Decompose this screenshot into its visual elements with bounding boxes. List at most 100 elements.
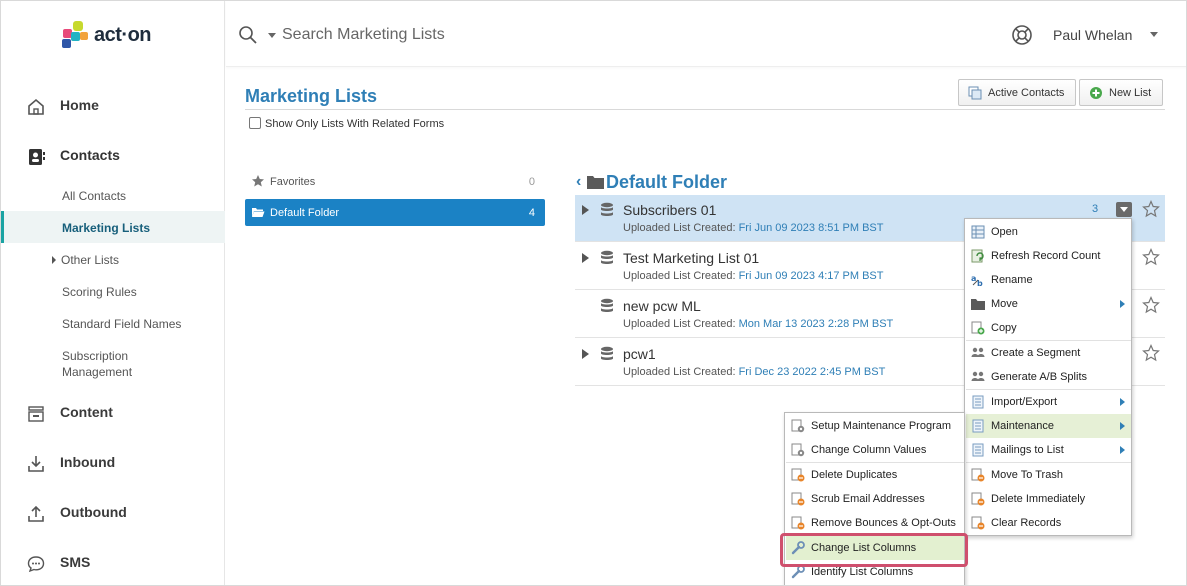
nav-contacts[interactable]: Contacts: [1, 141, 225, 171]
sidebar-item-scoring-rules[interactable]: Scoring Rules: [1, 279, 225, 305]
sidebar-item-label: Marketing Lists: [62, 221, 151, 235]
list-record-count[interactable]: 3: [1092, 203, 1098, 215]
search-input[interactable]: [282, 23, 682, 47]
menu-item-change-column-values[interactable]: Change Column Values: [786, 438, 964, 462]
submenu-arrow-icon: [1120, 398, 1125, 406]
sidebar-item-label: Standard Field Names: [62, 317, 182, 331]
favorite-star-icon[interactable]: [1142, 296, 1160, 314]
nav-content[interactable]: Content: [1, 398, 225, 428]
title-divider: [245, 109, 1165, 110]
search-scope-dropdown-icon[interactable]: [268, 33, 276, 38]
menu-item-label: Create a Segment: [991, 347, 1081, 359]
list-name[interactable]: Subscribers 01: [623, 202, 716, 218]
nav-inbound[interactable]: Inbound: [1, 448, 225, 478]
row-actions-dropdown-button[interactable]: [1116, 202, 1132, 217]
database-icon: [601, 202, 613, 216]
folder-default[interactable]: Default Folder 4: [245, 199, 545, 226]
document-list-icon: [972, 419, 984, 433]
database-icon: [601, 298, 613, 312]
favorite-star-icon[interactable]: [1142, 344, 1160, 362]
sidebar-item-other-lists[interactable]: Other Lists: [1, 247, 225, 273]
nav-inbound-label: Inbound: [60, 454, 116, 470]
database-icon: [601, 250, 613, 264]
list-name[interactable]: Test Marketing List 01: [623, 250, 759, 266]
sidebar-item-label: Subscription Management: [62, 349, 133, 379]
submenu-arrow-icon: [1120, 300, 1125, 308]
people-group-icon: [971, 347, 985, 357]
menu-item-maintenance[interactable]: Maintenance: [966, 414, 1131, 438]
act-on-logo[interactable]: act·on: [61, 17, 161, 53]
menu-item-clear-records[interactable]: Clear Records: [966, 511, 1131, 535]
help-lifebuoy-icon[interactable]: [1011, 24, 1033, 46]
menu-item-label: Change Column Values: [811, 444, 927, 456]
sidebar-item-standard-field-names[interactable]: Standard Field Names: [1, 311, 225, 337]
sidebar-item-marketing-lists[interactable]: Marketing Lists: [1, 211, 225, 243]
list-name[interactable]: pcw1: [623, 346, 656, 362]
sidebar-item-label: Other Lists: [61, 253, 120, 267]
menu-item-generate-ab-splits[interactable]: Generate A/B Splits: [966, 365, 1131, 389]
menu-item-label: Generate A/B Splits: [991, 371, 1087, 383]
sidebar-item-subscription-management[interactable]: Subscription Management: [1, 343, 225, 383]
menu-item-rename[interactable]: ab Rename: [966, 268, 1131, 292]
menu-item-scrub-email-addresses[interactable]: Scrub Email Addresses: [786, 487, 964, 511]
folder-favorites[interactable]: Favorites 0: [245, 168, 545, 195]
add-circle-icon: [1090, 87, 1102, 99]
svg-text:a: a: [971, 274, 976, 283]
outbound-icon: [28, 505, 44, 522]
sidebar-item-all-contacts[interactable]: All Contacts: [1, 183, 225, 209]
sidebar-item-label: All Contacts: [62, 189, 127, 203]
expand-row-icon[interactable]: [582, 253, 589, 263]
search-icon[interactable]: [238, 25, 258, 45]
menu-item-label: Refresh Record Count: [991, 250, 1101, 262]
menu-item-refresh-record-count[interactable]: Refresh Record Count: [966, 244, 1131, 268]
menu-item-label: Move To Trash: [991, 469, 1063, 481]
copy-icon: [971, 321, 985, 335]
expand-row-icon[interactable]: [582, 349, 589, 359]
settings-document-icon: [791, 419, 805, 433]
nav-home[interactable]: Home: [1, 91, 225, 121]
menu-item-remove-bounces-opt-outs[interactable]: Remove Bounces & Opt-Outs: [786, 511, 964, 535]
delete-document-icon: [971, 492, 985, 506]
menu-item-create-segment[interactable]: Create a Segment: [966, 341, 1131, 365]
sms-icon: [27, 556, 45, 573]
list-meta: Uploaded List Created: Mon Mar 13 2023 2…: [623, 318, 894, 330]
sidebar-item-label: Scoring Rules: [62, 285, 137, 299]
user-menu-caret-icon[interactable]: [1150, 32, 1158, 37]
menu-item-import-export[interactable]: Import/Export: [966, 390, 1131, 414]
menu-item-label: Mailings to List: [991, 444, 1064, 456]
menu-item-mailings-to-list[interactable]: Mailings to List: [966, 438, 1131, 462]
nav-sms[interactable]: SMS: [1, 548, 225, 578]
folder-icon: [587, 176, 604, 189]
delete-document-icon: [971, 468, 985, 482]
menu-item-label: Copy: [991, 322, 1017, 334]
chevron-down-icon: [1120, 207, 1128, 212]
database-icon: [601, 346, 613, 360]
list-name[interactable]: new pcw ML: [623, 298, 701, 314]
page-title: Marketing Lists: [245, 86, 378, 106]
expand-row-icon[interactable]: [582, 205, 589, 215]
menu-item-delete-immediately[interactable]: Delete Immediately: [966, 487, 1131, 511]
active-contacts-label: Active Contacts: [988, 87, 1065, 99]
back-chevron-icon[interactable]: ‹: [576, 173, 581, 191]
nav-outbound[interactable]: Outbound: [1, 498, 225, 528]
settings-document-icon: [791, 443, 805, 457]
menu-item-move[interactable]: Move: [966, 292, 1131, 316]
new-list-button[interactable]: New List: [1079, 79, 1163, 106]
menu-item-copy[interactable]: Copy: [966, 316, 1131, 340]
wrench-icon: [791, 565, 805, 579]
folder-count: 0: [528, 176, 535, 188]
active-contacts-button[interactable]: Active Contacts: [958, 79, 1076, 106]
menu-item-open[interactable]: Open: [966, 220, 1131, 244]
menu-item-delete-duplicates[interactable]: Delete Duplicates: [786, 463, 964, 487]
related-forms-checkbox[interactable]: [249, 117, 261, 129]
nav-home-label: Home: [60, 97, 99, 113]
favorite-star-icon[interactable]: [1142, 248, 1160, 266]
app-window: act·on Home Contacts All Contacts Market…: [0, 0, 1187, 586]
favorite-star-icon[interactable]: [1142, 200, 1160, 218]
expand-caret-icon[interactable]: [52, 256, 56, 264]
list-meta: Uploaded List Created: Fri Jun 09 2023 8…: [623, 222, 884, 234]
user-menu-name[interactable]: Paul Whelan: [1053, 27, 1132, 43]
menu-item-setup-maintenance-program[interactable]: Setup Maintenance Program: [786, 414, 964, 438]
menu-item-move-to-trash[interactable]: Move To Trash: [966, 463, 1131, 487]
folder-label: Default Folder: [270, 207, 340, 219]
